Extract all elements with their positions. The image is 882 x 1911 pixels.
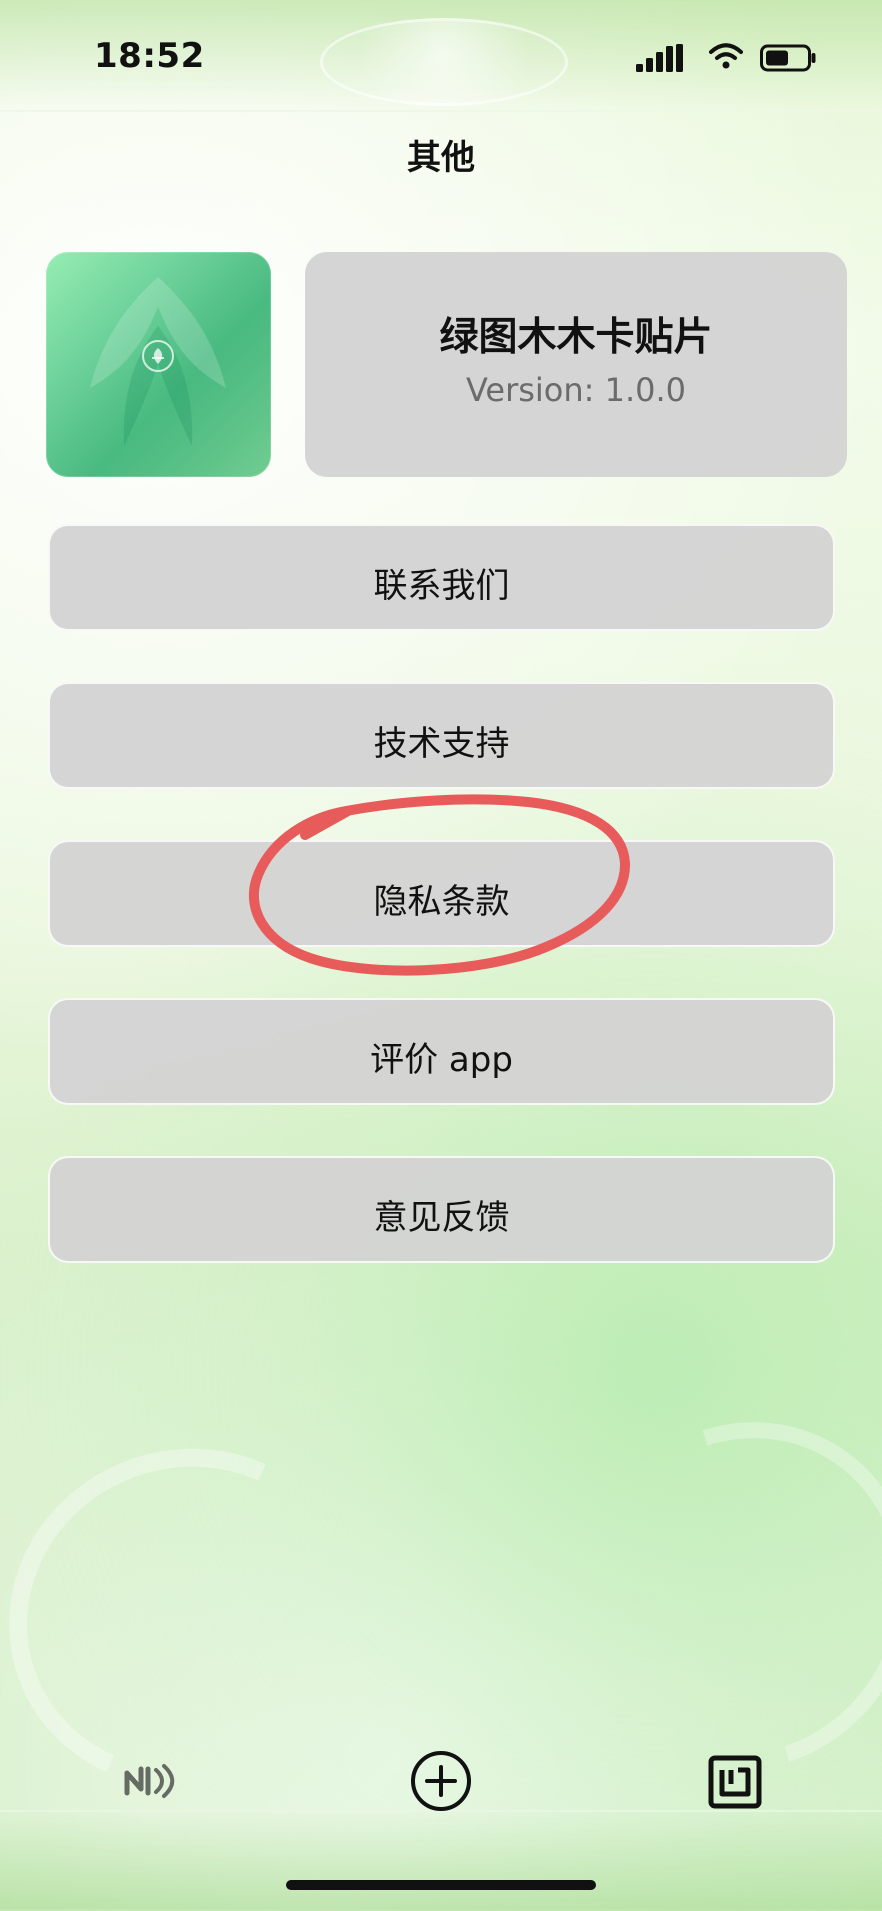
- privacy-policy-label: 隐私条款: [373, 882, 510, 922]
- app-version: Version: 1.0.0: [465, 371, 687, 409]
- app-name: 绿图木木卡贴片: [439, 315, 713, 360]
- app-logo-card: [46, 252, 271, 477]
- page-title: 其他: [407, 138, 475, 178]
- home-indicator[interactable]: [286, 1880, 596, 1890]
- technical-support-label: 技术支持: [373, 724, 510, 764]
- feedback-button[interactable]: 意见反馈: [48, 1156, 835, 1263]
- feedback-label: 意见反馈: [373, 1198, 510, 1238]
- privacy-policy-button[interactable]: 隐私条款: [48, 840, 835, 947]
- app-info-card: 绿图木木卡贴片 Version: 1.0.0: [305, 252, 847, 477]
- status-bar: 18:52: [0, 0, 882, 110]
- signal-icon: [636, 44, 683, 72]
- app-logo-icon: [46, 252, 271, 477]
- status-icons: [636, 42, 822, 76]
- status-time: 18:52: [94, 36, 205, 76]
- bottom-toolbar: [0, 1740, 882, 1820]
- contact-us-button[interactable]: 联系我们: [48, 524, 835, 631]
- add-circle-icon[interactable]: [408, 1748, 474, 1814]
- rate-app-label: 评价 app: [370, 1040, 513, 1080]
- nfc-tag-icon[interactable]: [706, 1753, 764, 1811]
- nfc-icon[interactable]: [121, 1758, 181, 1804]
- technical-support-button[interactable]: 技术支持: [48, 682, 835, 789]
- rate-app-button[interactable]: 评价 app: [48, 998, 835, 1105]
- wifi-icon: [709, 43, 743, 69]
- battery-icon: [760, 44, 816, 72]
- contact-us-label: 联系我们: [373, 566, 510, 606]
- bottom-frame-decoration: [0, 1810, 882, 1911]
